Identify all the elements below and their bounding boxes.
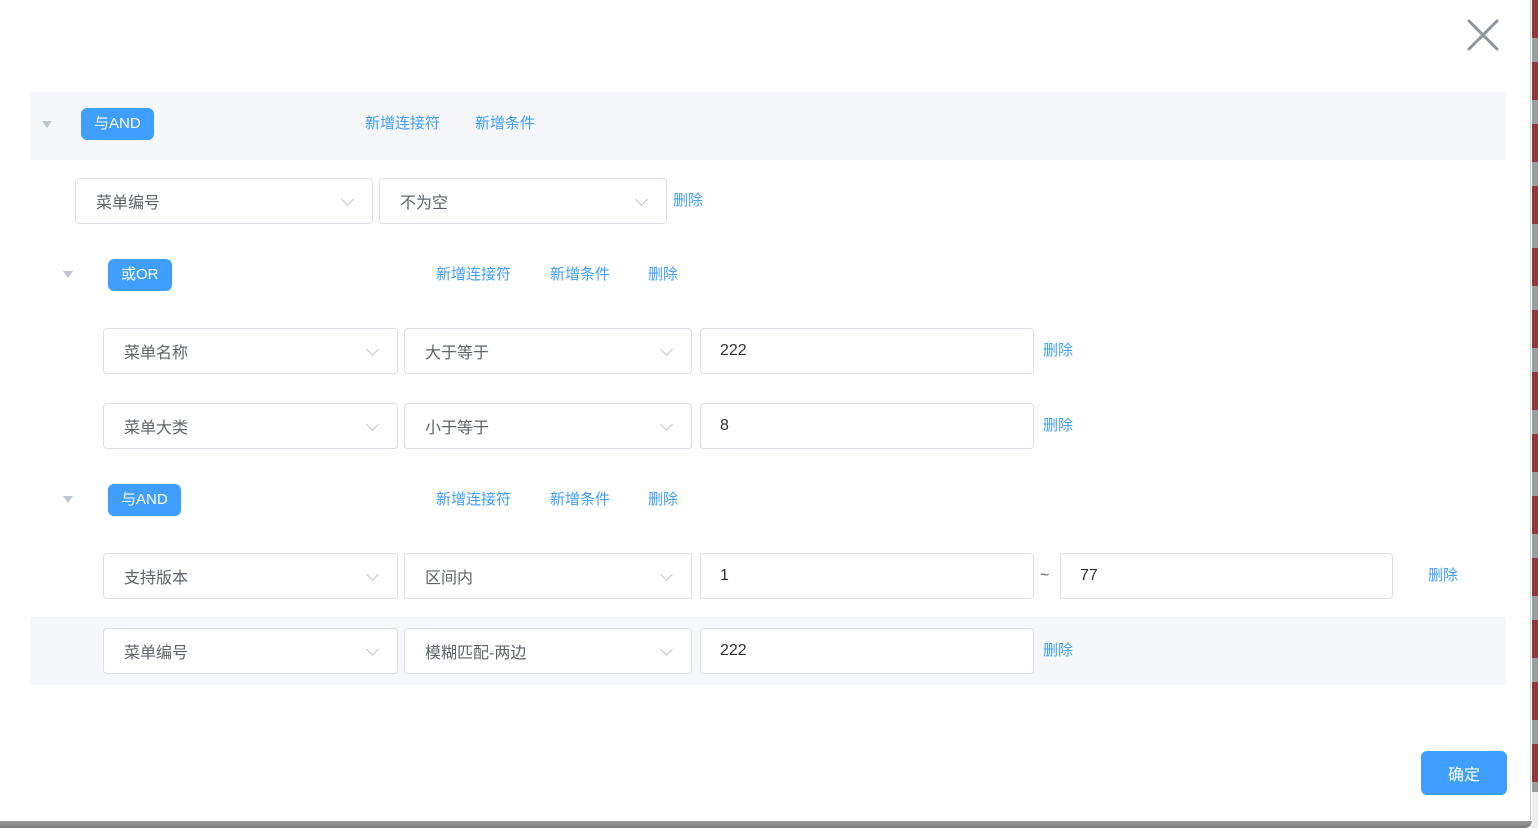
collapse-icon[interactable] <box>63 496 73 503</box>
field-select[interactable]: 菜单大类 <box>103 403 398 449</box>
add-condition-link[interactable]: 新增条件 <box>550 489 610 511</box>
close-x-glyph <box>1462 14 1504 56</box>
operator-select[interactable]: 模糊匹配-两边 <box>404 628 692 674</box>
operator-select-value: 区间内 <box>425 564 473 588</box>
operator-select[interactable]: 不为空 <box>379 178 667 224</box>
chevron-down-icon <box>660 343 673 356</box>
collapse-icon[interactable] <box>63 271 73 278</box>
delete-link[interactable]: 删除 <box>648 489 678 511</box>
delete-link[interactable]: 删除 <box>648 264 678 286</box>
operator-select-value: 模糊匹配-两边 <box>425 639 526 663</box>
field-select[interactable]: 菜单编号 <box>103 628 398 674</box>
window-right-edge-pattern <box>1532 0 1538 792</box>
group-row-highlight <box>30 92 1506 160</box>
field-select-value: 支持版本 <box>124 564 188 588</box>
chevron-down-icon <box>635 193 648 206</box>
add-connector-link[interactable]: 新增连接符 <box>365 113 440 135</box>
operator-select[interactable]: 小于等于 <box>404 403 692 449</box>
field-select-value: 菜单大类 <box>124 414 188 438</box>
delete-link[interactable]: 删除 <box>1043 415 1073 437</box>
operator-select-value: 不为空 <box>400 189 448 213</box>
connector-badge-or[interactable]: 或OR <box>108 259 172 291</box>
chevron-down-icon <box>366 568 379 581</box>
collapse-icon[interactable] <box>42 121 52 128</box>
operator-select-value: 大于等于 <box>425 339 489 363</box>
delete-link[interactable]: 删除 <box>1428 565 1458 587</box>
operator-select-value: 小于等于 <box>425 414 489 438</box>
chevron-down-icon <box>366 643 379 656</box>
chevron-down-icon <box>660 643 673 656</box>
range-start-input[interactable] <box>700 553 1034 599</box>
add-connector-link[interactable]: 新增连接符 <box>436 489 511 511</box>
value-input[interactable] <box>700 628 1034 674</box>
close-icon[interactable] <box>1462 14 1504 56</box>
range-separator: ~ <box>1040 564 1049 588</box>
chevron-down-icon <box>660 418 673 431</box>
chevron-down-icon <box>341 193 354 206</box>
chevron-down-icon <box>366 343 379 356</box>
add-connector-link[interactable]: 新增连接符 <box>436 264 511 286</box>
delete-link[interactable]: 删除 <box>1043 340 1073 362</box>
range-end-input[interactable] <box>1060 553 1393 599</box>
field-select-value: 菜单名称 <box>124 339 188 363</box>
window-right-edge-end <box>1532 792 1538 828</box>
value-input[interactable] <box>700 403 1034 449</box>
chevron-down-icon <box>366 418 379 431</box>
field-select[interactable]: 菜单编号 <box>75 178 373 224</box>
field-select[interactable]: 支持版本 <box>103 553 398 599</box>
window-bottom-edge <box>0 821 1532 828</box>
add-condition-link[interactable]: 新增条件 <box>550 264 610 286</box>
operator-select[interactable]: 大于等于 <box>404 328 692 374</box>
field-select-value: 菜单编号 <box>124 639 188 663</box>
field-select-value: 菜单编号 <box>96 189 160 213</box>
field-select[interactable]: 菜单名称 <box>103 328 398 374</box>
connector-badge-and[interactable]: 与AND <box>108 484 181 516</box>
filter-builder-dialog: 与AND 新增连接符 新增条件 菜单编号 不为空 删除 或OR 新增连接符 新增… <box>0 0 1538 828</box>
add-condition-link[interactable]: 新增条件 <box>475 113 535 135</box>
delete-link[interactable]: 删除 <box>673 190 703 212</box>
confirm-button[interactable]: 确定 <box>1421 751 1507 795</box>
operator-select[interactable]: 区间内 <box>404 553 692 599</box>
connector-badge-and[interactable]: 与AND <box>81 108 154 140</box>
chevron-down-icon <box>660 568 673 581</box>
delete-link[interactable]: 删除 <box>1043 640 1073 662</box>
value-input[interactable] <box>700 328 1034 374</box>
window-right-border <box>1530 0 1531 820</box>
